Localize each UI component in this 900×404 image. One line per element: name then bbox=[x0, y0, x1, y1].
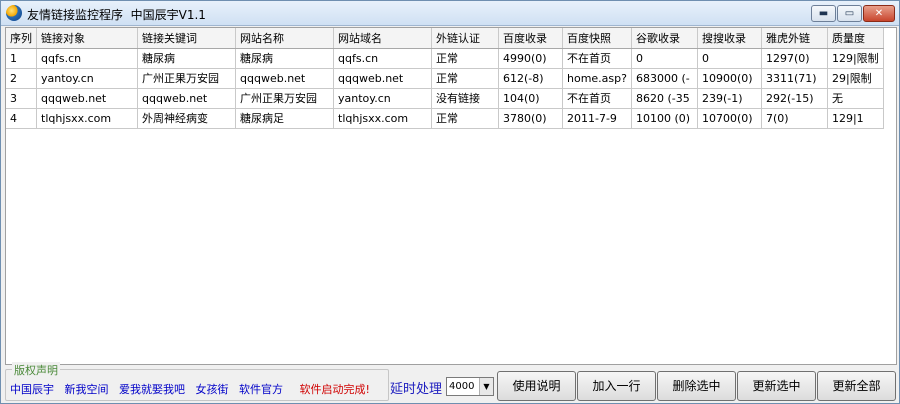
table-cell: 广州正果万安园 bbox=[137, 68, 236, 89]
table-cell: yantoy.cn bbox=[36, 68, 138, 89]
maximize-button[interactable]: ▭ bbox=[837, 5, 862, 22]
table-cell: 683000 (- bbox=[631, 68, 698, 89]
table-cell: qqqweb.net bbox=[137, 88, 236, 109]
column-header-baidu-index[interactable]: 百度收录 bbox=[498, 28, 563, 49]
column-header-link-keyword[interactable]: 链接关键词 bbox=[137, 28, 236, 49]
table-header: 序列 链接对象 链接关键词 网站名称 网站域名 外链认证 百度收录 百度快照 谷… bbox=[6, 28, 884, 49]
table-cell: 239(-1) bbox=[697, 88, 762, 109]
table-cell: 正常 bbox=[431, 48, 499, 69]
table-cell: qqfs.cn bbox=[333, 48, 432, 69]
update-all-button[interactable]: 更新全部 bbox=[817, 371, 896, 401]
link-girls-street[interactable]: 女孩街 bbox=[196, 383, 229, 396]
table-row[interactable]: 3 qqqweb.net qqqweb.net 广州正果万安园 yantoy.c… bbox=[6, 88, 884, 109]
table-cell: 糖尿病足 bbox=[235, 108, 334, 129]
table-cell: 129|限制 bbox=[827, 48, 884, 69]
link-love-me-marry-me[interactable]: 爱我就娶我吧 bbox=[119, 383, 185, 396]
table-cell: 4 bbox=[6, 108, 37, 129]
table-cell: 不在首页 bbox=[562, 48, 632, 69]
status-text: 软件启动完成! bbox=[299, 383, 370, 396]
table-row[interactable]: 2 yantoy.cn 广州正果万安园 qqqweb.net qqqweb.ne… bbox=[6, 68, 884, 89]
table-cell: 正常 bbox=[431, 108, 499, 129]
link-china-chenyu[interactable]: 中国辰宇 bbox=[10, 383, 54, 396]
main-window: 友情链接监控程序 中国辰宇V1.1 ▬ ▭ ✕ 序列 链接对象 链接关键词 网站… bbox=[0, 0, 900, 404]
table-row[interactable]: 4 tlqhjsxx.com 外周神经病变 糖尿病足 tlqhjsxx.com … bbox=[6, 108, 884, 129]
table-cell: 10700(0) bbox=[697, 108, 762, 129]
column-header-soso-index[interactable]: 搜搜收录 bbox=[697, 28, 762, 49]
table-cell: 129|1 bbox=[827, 108, 884, 129]
app-globe-icon bbox=[6, 5, 22, 21]
column-header-site-domain[interactable]: 网站域名 bbox=[333, 28, 432, 49]
delete-selected-button[interactable]: 删除选中 bbox=[657, 371, 736, 401]
table-cell: 外周神经病变 bbox=[137, 108, 236, 129]
table-cell: 0 bbox=[631, 48, 698, 69]
add-row-button[interactable]: 加入一行 bbox=[577, 371, 656, 401]
table-cell: 2011-7-9 bbox=[562, 108, 632, 129]
table-cell: tlqhjsxx.com bbox=[36, 108, 138, 129]
close-button[interactable]: ✕ bbox=[863, 5, 895, 22]
table-cell: 292(-15) bbox=[761, 88, 828, 109]
table-cell: 1297(0) bbox=[761, 48, 828, 69]
table-cell: 糖尿病 bbox=[137, 48, 236, 69]
delay-select-value: 4000 bbox=[449, 381, 475, 392]
table-cell: 8620 (-35 bbox=[631, 88, 698, 109]
table-cell: tlqhjsxx.com bbox=[333, 108, 432, 129]
table-cell: qqqweb.net bbox=[36, 88, 138, 109]
table-cell: 糖尿病 bbox=[235, 48, 334, 69]
delay-select[interactable]: 4000 ▼ bbox=[446, 377, 494, 396]
link-monitor-table[interactable]: 序列 链接对象 链接关键词 网站名称 网站域名 外链认证 百度收录 百度快照 谷… bbox=[5, 27, 897, 365]
table-cell: qqqweb.net bbox=[333, 68, 432, 89]
column-header-quality[interactable]: 质量度 bbox=[827, 28, 884, 49]
column-header-outlink-check[interactable]: 外链认证 bbox=[431, 28, 499, 49]
table-cell: 2 bbox=[6, 68, 37, 89]
link-new-me-space[interactable]: 新我空间 bbox=[65, 383, 109, 396]
table-cell: 3 bbox=[6, 88, 37, 109]
column-header-index[interactable]: 序列 bbox=[6, 28, 37, 49]
table-cell: 没有链接 bbox=[431, 88, 499, 109]
table-cell: 10100 (0) bbox=[631, 108, 698, 129]
column-header-site-name[interactable]: 网站名称 bbox=[235, 28, 334, 49]
table-cell: 正常 bbox=[431, 68, 499, 89]
table-cell: 广州正果万安园 bbox=[235, 88, 334, 109]
table-cell: 4990(0) bbox=[498, 48, 563, 69]
copyright-legend: 版权声明 bbox=[12, 362, 60, 378]
table-cell: 3780(0) bbox=[498, 108, 563, 129]
copyright-group: 版权声明 中国辰宇 新我空间 爱我就娶我吧 女孩街 软件官方 软件启动完成! bbox=[5, 362, 389, 401]
delay-label: 延时处理 bbox=[390, 382, 443, 397]
column-header-link-target[interactable]: 链接对象 bbox=[36, 28, 138, 49]
chevron-down-icon[interactable]: ▼ bbox=[479, 378, 493, 395]
usage-button[interactable]: 使用说明 bbox=[497, 371, 576, 401]
table-cell: home.asp? bbox=[562, 68, 632, 89]
table-row[interactable]: 1 qqfs.cn 糖尿病 糖尿病 qqfs.cn 正常 4990(0) 不在首… bbox=[6, 48, 884, 69]
table-cell: 3311(71) bbox=[761, 68, 828, 89]
table-cell: 不在首页 bbox=[562, 88, 632, 109]
table-cell: 1 bbox=[6, 48, 37, 69]
table-cell: qqfs.cn bbox=[36, 48, 138, 69]
column-header-baidu-snapshot[interactable]: 百度快照 bbox=[562, 28, 632, 49]
copyright-links: 中国辰宇 新我空间 爱我就娶我吧 女孩街 软件官方 软件启动完成! bbox=[10, 381, 370, 397]
update-selected-button[interactable]: 更新选中 bbox=[737, 371, 816, 401]
link-software-official[interactable]: 软件官方 bbox=[239, 383, 283, 396]
minimize-button[interactable]: ▬ bbox=[811, 5, 836, 22]
table-cell: qqqweb.net bbox=[235, 68, 334, 89]
table-cell: 0 bbox=[697, 48, 762, 69]
title-bar[interactable]: 友情链接监控程序 中国辰宇V1.1 ▬ ▭ ✕ bbox=[1, 1, 899, 26]
table-cell: 612(-8) bbox=[498, 68, 563, 89]
column-header-yahoo-outlinks[interactable]: 雅虎外链 bbox=[761, 28, 828, 49]
table-cell: 7(0) bbox=[761, 108, 828, 129]
table-cell: yantoy.cn bbox=[333, 88, 432, 109]
window-title: 友情链接监控程序 中国辰宇V1.1 bbox=[27, 8, 206, 22]
table-cell: 无 bbox=[827, 88, 884, 109]
table-cell: 104(0) bbox=[498, 88, 563, 109]
column-header-google-index[interactable]: 谷歌收录 bbox=[631, 28, 698, 49]
table-cell: 29|限制 bbox=[827, 68, 884, 89]
table-cell: 10900(0) bbox=[697, 68, 762, 89]
